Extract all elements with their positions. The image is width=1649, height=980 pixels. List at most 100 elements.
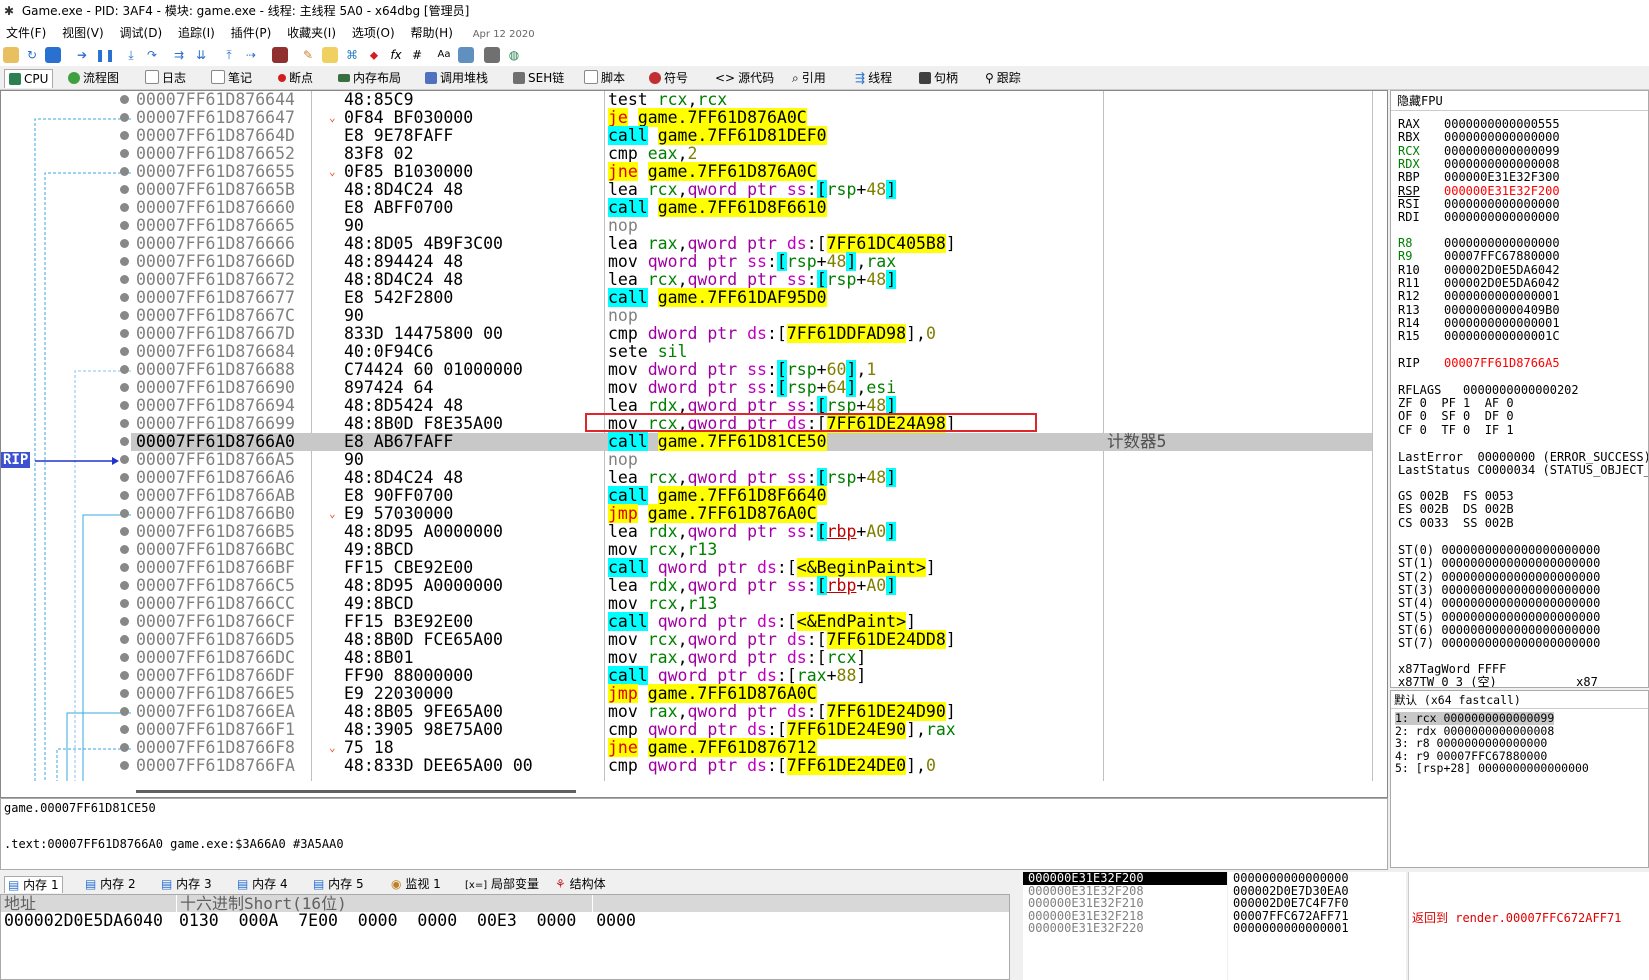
- last-error-row[interactable]: LastStatus C0000034 (STATUS_OBJECT_NAME_…: [1398, 464, 1648, 477]
- breakpoint-dot-icon[interactable]: [120, 95, 129, 104]
- disasm-row[interactable]: 00007FF61D876665 90 nop: [120, 217, 1372, 235]
- tab-trace[interactable]: ⚲ 跟踪: [981, 69, 1025, 87]
- breakpoint-dot-icon[interactable]: [120, 743, 129, 752]
- tab-references[interactable]: ⌕ 引用: [788, 69, 830, 87]
- fpu-register-row[interactable]: ST(3) 0000000000000000000000: [1398, 583, 1600, 597]
- menu-favourites[interactable]: 收藏夹(I): [287, 26, 336, 40]
- disassembly-view[interactable]: 00007FF61D876644 48:85C9 test rcx,rcx 00007…: [0, 90, 1388, 798]
- patch-icon[interactable]: ✎: [300, 47, 316, 63]
- disasm-row[interactable]: 00007FF61D876672 48:8D4C24 48 lea rcx,qwor…: [120, 270, 1372, 289]
- disasm-row[interactable]: 00007FF61D8766DC 48:8B01 mov rax,qword ptr…: [120, 649, 1372, 667]
- disasm-row[interactable]: 00007FF61D8766B5 48:8D95 A0000000 lea rdx,…: [120, 522, 1372, 541]
- breakpoint-dot-icon[interactable]: [120, 509, 129, 518]
- stack-address[interactable]: 000000E31E32F210: [1023, 897, 1227, 910]
- fpu-register-row[interactable]: ST(5) 0000000000000000000000: [1398, 610, 1600, 624]
- segment-row[interactable]: CS 0033 SS 002B: [1398, 516, 1514, 530]
- menu-plugins[interactable]: 插件(P): [231, 26, 272, 40]
- disasm-row[interactable]: 00007FF61D8766A6 48:8D4C24 48 lea rcx,qwor…: [120, 468, 1372, 487]
- breakpoint-dot-icon[interactable]: [120, 149, 129, 158]
- disasm-row[interactable]: 00007FF61D8766D5 48:8B0D FCE65A00 mov rcx,…: [120, 630, 1372, 649]
- disasm-row[interactable]: 00007FF61D8766B0 ⌄ E9 57030000 jmp game.7FF…: [120, 504, 1372, 523]
- disasm-row[interactable]: 00007FF61D87667C 90 nop: [120, 307, 1372, 325]
- disasm-row[interactable]: 00007FF61D8766BF FF15 CBE92E00 call qword …: [120, 558, 1372, 577]
- x87-tag-row[interactable]: x87TW_0 3 (空) x87: [1398, 676, 1598, 688]
- disasm-row[interactable]: 00007FF61D876655 ⌄ 0F85 B1030000 jne game.7…: [120, 162, 1372, 181]
- disasm-row[interactable]: 00007FF61D876666 48:8D05 4B9F3C00 lea rax,…: [120, 234, 1372, 253]
- breakpoint-dot-icon[interactable]: [120, 527, 129, 536]
- disasm-row[interactable]: 00007FF61D8766CF FF15 B3E92E00 call qword …: [120, 612, 1372, 631]
- tab-cpu[interactable]: CPU: [4, 69, 54, 88]
- stack-address[interactable]: 000000E31E32F220: [1023, 922, 1227, 935]
- register-r8[interactable]: R8 0000000000000000: [1398, 237, 1560, 250]
- disasm-row-current[interactable]: 00007FF61D8766A0 E8 AB67FAFF call game.7FF…: [120, 432, 1372, 451]
- breakpoint-dot-icon[interactable]: [120, 347, 129, 356]
- breakpoint-dot-icon[interactable]: [120, 239, 129, 248]
- globe-icon[interactable]: ◍: [506, 47, 522, 63]
- breakpoint-dot-icon[interactable]: [120, 653, 129, 662]
- flag-row[interactable]: ZF 0 PF 1 AF 0: [1398, 397, 1514, 410]
- segment-row[interactable]: ES 002B DS 002B: [1398, 503, 1514, 516]
- fpu-register-row[interactable]: ST(2) 0000000000000000000000: [1398, 570, 1600, 584]
- pause-icon[interactable]: ❚❚: [95, 47, 115, 63]
- tab-breakpoints[interactable]: 断点: [274, 69, 317, 87]
- disasm-row[interactable]: 00007FF61D87666D 48:894424 48 mov qword pt…: [120, 252, 1372, 271]
- register-rdi[interactable]: RDI 0000000000000000: [1398, 211, 1560, 224]
- breakpoint-dot-icon[interactable]: [120, 275, 129, 284]
- trace-into-icon[interactable]: ⇉: [171, 47, 187, 63]
- tab-callstack[interactable]: 调用堆栈: [421, 69, 492, 87]
- tab-memory-5[interactable]: ▤ 内存 5: [310, 876, 367, 892]
- breakpoint-dot-icon[interactable]: [120, 311, 129, 320]
- breakpoint-dot-icon[interactable]: [120, 113, 129, 122]
- segment-row[interactable]: GS 002B FS 0053: [1398, 490, 1514, 503]
- register-rdx[interactable]: RDX 0000000000000008: [1398, 157, 1560, 171]
- stop-icon[interactable]: [45, 47, 61, 63]
- menu-trace[interactable]: 追踪(I): [178, 26, 215, 40]
- breakpoint-dot-icon[interactable]: [120, 167, 129, 176]
- breakpoint-dot-icon[interactable]: [120, 635, 129, 644]
- tab-watch-1[interactable]: ◉ 监视 1: [388, 876, 444, 892]
- stack-addresses[interactable]: 000000E31E32F200 000000E31E32F208 000000E3…: [1023, 872, 1227, 980]
- breakpoint-dot-icon[interactable]: [120, 473, 129, 482]
- tab-memory-1[interactable]: ▤ 内存 1: [4, 876, 63, 893]
- register-rax[interactable]: RAX 0000000000000555: [1398, 118, 1560, 131]
- horizontal-scrollbar[interactable]: [136, 790, 576, 793]
- tab-script[interactable]: 脚本: [580, 69, 629, 87]
- stack-value[interactable]: 0000000000000001: [1228, 922, 1406, 935]
- register-rcx[interactable]: RCX 0000000000000099: [1398, 144, 1560, 158]
- fpu-register-row[interactable]: ST(0) 0000000000000000000000: [1398, 544, 1600, 557]
- disasm-row[interactable]: 00007FF61D87665B 48:8D4C24 48 lea rcx,qwor…: [120, 180, 1372, 199]
- breakpoint-dot-icon[interactable]: [120, 725, 129, 734]
- disasm-row[interactable]: 00007FF61D8766DF FF90 88000000 call qword …: [120, 666, 1372, 685]
- execute-till-return-icon[interactable]: ⤒: [221, 47, 237, 63]
- breakpoint-dot-icon[interactable]: [120, 689, 129, 698]
- menu-options[interactable]: 选项(O): [352, 26, 395, 40]
- last-error-row[interactable]: LastError 00000000 (ERROR_SUCCESS): [1398, 451, 1648, 464]
- register-r11[interactable]: R11 000002D0E5DA6042: [1398, 276, 1560, 290]
- disasm-row[interactable]: 00007FF61D8766AB E8 90FF0700 call game.7FF…: [120, 486, 1372, 505]
- register-r14[interactable]: R14 0000000000000001: [1398, 316, 1560, 330]
- register-r15[interactable]: R15 000000000000001C: [1398, 330, 1560, 343]
- menu-file[interactable]: 文件(F): [6, 26, 46, 40]
- stack-value[interactable]: 000002D0E7C4F7F0: [1228, 897, 1406, 910]
- disasm-row[interactable]: 00007FF61D8766EA 48:8B05 9FE65A00 mov rax,…: [120, 702, 1372, 721]
- disasm-row[interactable]: 00007FF61D87667D 833D 14475800 00 cmp dwor…: [120, 324, 1372, 343]
- breakpoint-dot-icon[interactable]: [120, 455, 129, 464]
- flag-row[interactable]: OF 0 SF 0 DF 0: [1398, 410, 1514, 423]
- breakpoint-dot-icon[interactable]: [120, 221, 129, 230]
- register-r9[interactable]: R9 00007FFC67880000: [1398, 250, 1560, 263]
- function-icon[interactable]: fx: [388, 47, 404, 63]
- breakpoint-dot-icon[interactable]: [120, 131, 129, 140]
- memory-dump[interactable]: 地址 十六进制Short(16位) 000002D0E5DA6040 0130 …: [0, 894, 1010, 980]
- fpu-register-row[interactable]: ST(7) 0000000000000000000000: [1398, 637, 1600, 650]
- register-rip[interactable]: RIP 00007FF61D8766A5: [1398, 357, 1560, 370]
- run-to-user-code-icon[interactable]: ⇢: [243, 47, 259, 63]
- breakpoint-dot-icon[interactable]: [120, 401, 129, 410]
- disasm-row[interactable]: 00007FF61D876660 E8 ABFF0700 call game.7FF…: [120, 198, 1372, 217]
- tab-locals[interactable]: [x=] 局部变量: [462, 876, 542, 892]
- disasm-row[interactable]: 00007FF61D876684 40:0F94C6 sete sil: [120, 343, 1372, 361]
- fpu-register-row[interactable]: ST(4) 0000000000000000000000: [1398, 597, 1600, 610]
- call-argument[interactable]: 3: r8 0000000000000000: [1395, 737, 1547, 750]
- disasm-row[interactable]: 00007FF61D8766F8 ⌄ 75 18 jne game.7FF61D876…: [120, 738, 1372, 757]
- run-icon[interactable]: ➔: [74, 47, 90, 63]
- tab-log[interactable]: 日志: [141, 69, 190, 87]
